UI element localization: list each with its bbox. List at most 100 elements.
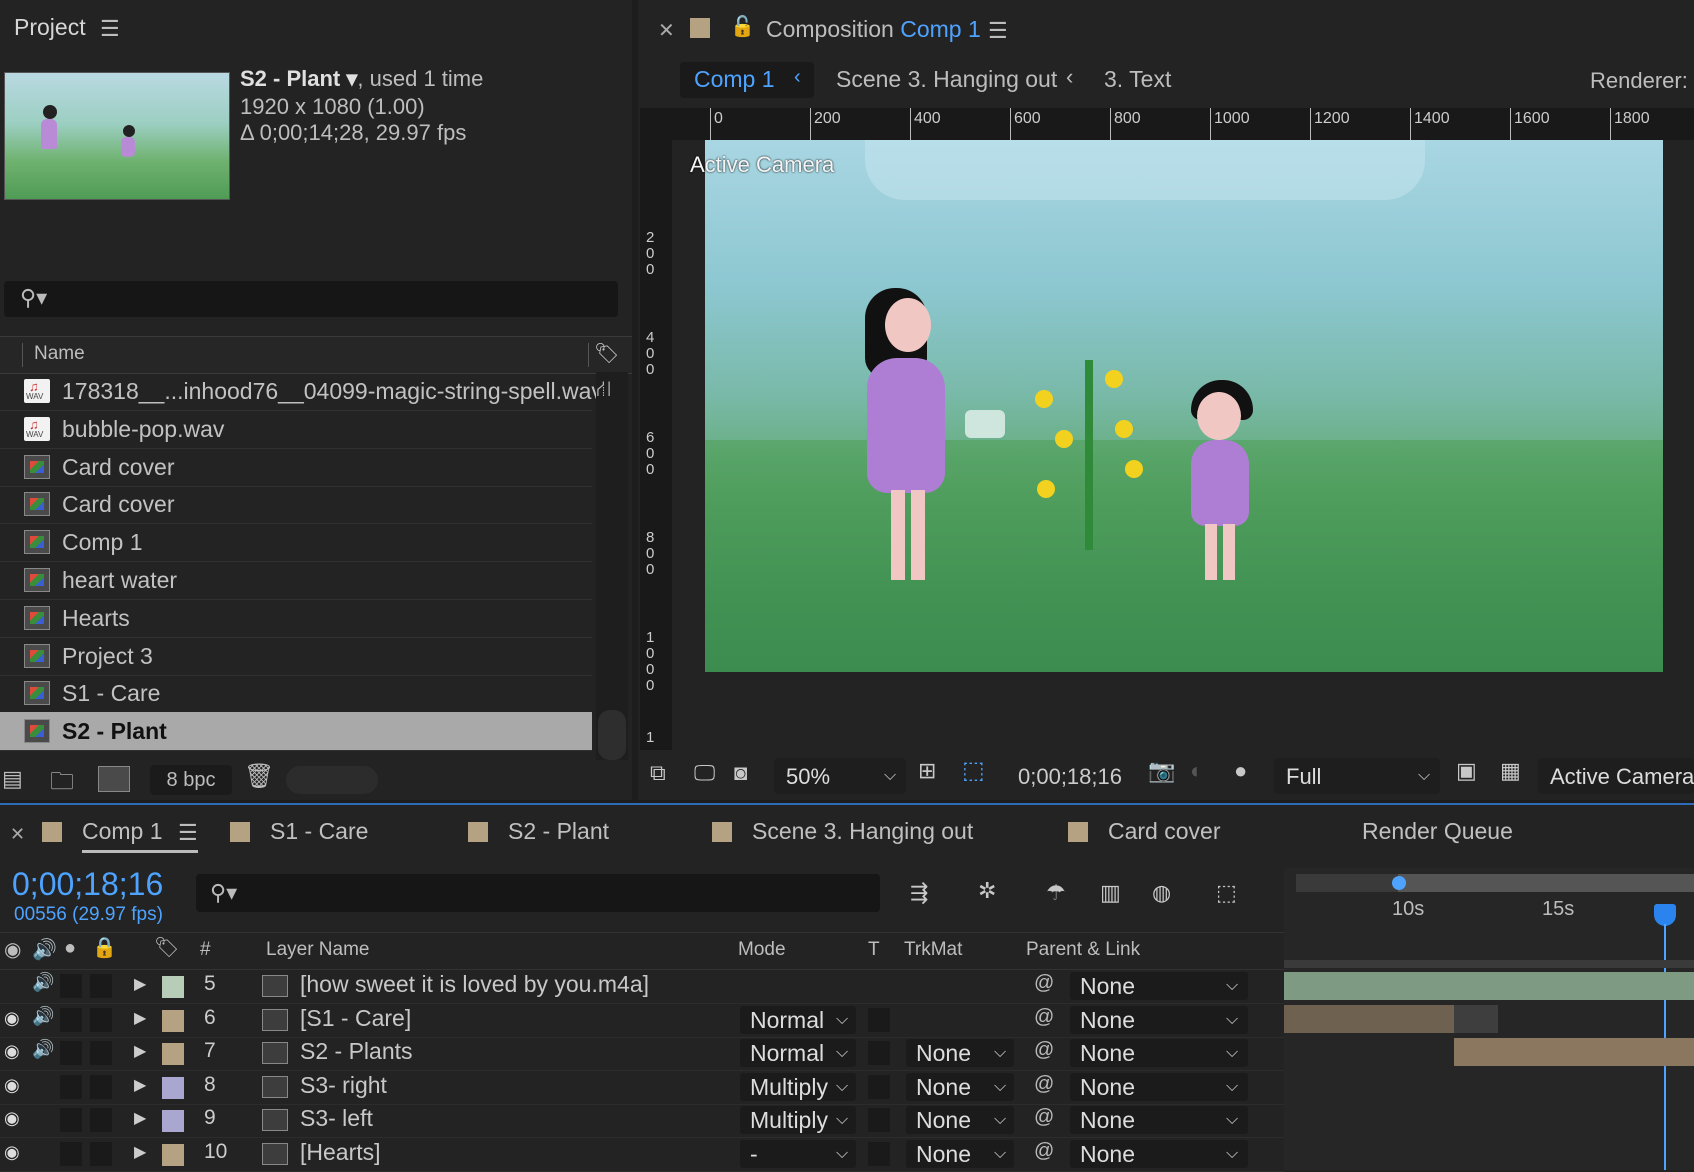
- solo-toggle[interactable]: [60, 1108, 82, 1132]
- layer-mode-dropdown[interactable]: Normal ⌵: [740, 1039, 856, 1067]
- solo-toggle[interactable]: [60, 1141, 82, 1166]
- scrollbar-thumb[interactable]: [598, 710, 626, 760]
- timeline-tab[interactable]: S1 - Care: [270, 818, 368, 845]
- transparency-grid-icon[interactable]: ▦: [1500, 758, 1521, 784]
- layer-mode-dropdown[interactable]: Multiply ⌵: [740, 1072, 856, 1101]
- zoom-dropdown[interactable]: 50% ⌵: [774, 758, 906, 794]
- pick-whip-icon[interactable]: @: [1034, 1140, 1054, 1163]
- visibility-eye-icon[interactable]: ◉: [4, 1142, 20, 1163]
- parent-dropdown[interactable]: None ⌵: [1070, 1039, 1248, 1067]
- expand-triangle-icon[interactable]: ▶: [134, 1142, 146, 1162]
- project-list-item[interactable]: Hearts: [0, 599, 592, 638]
- shy-layers-icon[interactable]: ☂: [1046, 880, 1066, 906]
- lock-toggle[interactable]: [90, 1141, 112, 1166]
- layer-row[interactable]: 🔊 ▶ 5 [how sweet it is loved by you.m4a] @ No…: [0, 970, 1284, 1004]
- close-panel-icon[interactable]: ✕: [658, 18, 675, 43]
- current-time-display[interactable]: 0;00;18;16: [12, 866, 163, 903]
- expand-triangle-icon[interactable]: ▶: [134, 1008, 146, 1028]
- preserve-transparency-toggle[interactable]: [868, 1041, 890, 1065]
- project-list-item[interactable]: S1 - Care: [0, 674, 592, 714]
- navigator-start-handle[interactable]: [1392, 876, 1406, 890]
- timeline-tab[interactable]: Render Queue: [1362, 818, 1513, 845]
- audio-speaker-icon[interactable]: 🔊: [32, 1006, 54, 1027]
- track-matte-dropdown[interactable]: None ⌵: [906, 1139, 1014, 1168]
- region-of-interest-icon[interactable]: ▣: [1456, 758, 1477, 784]
- playhead-handle[interactable]: [1654, 904, 1676, 926]
- pick-whip-icon[interactable]: @: [1034, 1106, 1054, 1129]
- composition-panel-title[interactable]: Composition Comp 1: [766, 16, 981, 43]
- project-list-item[interactable]: bubble-pop.wav: [0, 410, 592, 449]
- lock-toggle[interactable]: [90, 1007, 112, 1032]
- breadcrumb-current[interactable]: Comp 1 ‹: [680, 62, 814, 98]
- track-matte-dropdown[interactable]: None ⌵: [906, 1072, 1014, 1101]
- project-list-item[interactable]: S2 - Plant: [0, 712, 592, 752]
- layer-row[interactable]: ◉ 🔊 ▶ 7 S2 - Plants Normal ⌵ None ⌵ @ None ⌵: [0, 1037, 1284, 1071]
- layer-label-swatch[interactable]: [162, 1110, 184, 1132]
- visibility-eye-icon[interactable]: ◉: [4, 937, 21, 962]
- pick-whip-icon[interactable]: @: [1034, 1006, 1054, 1029]
- interpret-footage-icon[interactable]: ▤: [2, 766, 23, 792]
- layer-name[interactable]: S3- left: [300, 1105, 373, 1132]
- layer-label-swatch[interactable]: [162, 1009, 184, 1032]
- solo-icon[interactable]: ●: [64, 937, 76, 960]
- lock-toggle[interactable]: [90, 974, 112, 998]
- visibility-eye-icon[interactable]: ◉: [4, 1075, 20, 1096]
- panel-menu-icon[interactable]: ☰: [178, 820, 198, 846]
- layer-name[interactable]: [how sweet it is loved by you.m4a]: [300, 971, 649, 998]
- timeline-tab[interactable]: Comp 1: [82, 818, 163, 845]
- parent-dropdown[interactable]: None ⌵: [1070, 1139, 1248, 1168]
- snapshot-camera-icon[interactable]: 📷: [1148, 758, 1175, 784]
- footer-scrollbar[interactable]: [286, 766, 378, 794]
- project-scrollbar[interactable]: [596, 372, 628, 760]
- new-composition-icon[interactable]: [98, 766, 130, 792]
- audio-speaker-icon[interactable]: 🔊: [32, 972, 54, 993]
- pick-whip-icon[interactable]: @: [1034, 1073, 1054, 1096]
- monitor-icon[interactable]: 🖵: [694, 760, 715, 786]
- layer-label-swatch[interactable]: [162, 976, 184, 998]
- project-search-input[interactable]: ⚲▾: [4, 281, 618, 317]
- grid-guides-icon[interactable]: ⊞: [918, 758, 936, 784]
- solo-toggle[interactable]: [60, 1041, 82, 1065]
- label-tag-icon[interactable]: 🏷: [154, 935, 179, 960]
- color-channels-icon[interactable]: ●: [1234, 758, 1247, 784]
- lock-toggle[interactable]: [90, 1041, 112, 1065]
- layer-label-swatch[interactable]: [162, 1076, 184, 1099]
- new-folder-icon[interactable]: 🗀: [50, 764, 74, 805]
- label-tag-icon[interactable]: 🏷: [594, 341, 619, 366]
- timeline-tab[interactable]: S2 - Plant: [508, 818, 609, 845]
- layer-name-header[interactable]: Layer Name: [266, 939, 370, 961]
- layer-row[interactable]: ◉ ▶ 8 S3- right Multiply ⌵ None ⌵ @ None ⌵: [0, 1071, 1284, 1105]
- parent-dropdown[interactable]: None ⌵: [1070, 1005, 1248, 1034]
- time-navigator[interactable]: [1296, 874, 1694, 892]
- draft-3d-icon[interactable]: ✲: [978, 878, 996, 904]
- layer-mode-dropdown[interactable]: Multiply ⌵: [740, 1106, 856, 1134]
- mask-visibility-icon[interactable]: ⬚: [962, 756, 985, 785]
- composition-viewer-canvas[interactable]: [705, 140, 1663, 672]
- preserve-transparency-toggle[interactable]: [868, 1007, 890, 1032]
- layer-duration-bar[interactable]: [1284, 1005, 1454, 1033]
- layer-label-swatch[interactable]: [162, 1143, 184, 1166]
- lock-icon[interactable]: 🔒: [92, 935, 117, 960]
- viewer-timecode[interactable]: 0;00;18;16: [1018, 764, 1122, 790]
- timeline-search-input[interactable]: ⚲▾: [196, 874, 880, 912]
- name-column-header[interactable]: Name: [34, 343, 85, 365]
- motion-blur-icon[interactable]: ◍: [1152, 880, 1171, 906]
- frame-blending-icon[interactable]: ▥: [1100, 880, 1121, 906]
- project-panel-title[interactable]: Project: [14, 14, 86, 41]
- timeline-tab[interactable]: Card cover: [1108, 818, 1220, 845]
- parent-dropdown[interactable]: None ⌵: [1070, 1072, 1248, 1101]
- expand-triangle-icon[interactable]: ▶: [134, 1041, 146, 1061]
- show-snapshot-icon[interactable]: ◐: [1190, 758, 1203, 784]
- track-matte-dropdown[interactable]: None ⌵: [906, 1106, 1014, 1134]
- project-list-item[interactable]: 178318__...inhood76__04099-magic-string-…: [0, 372, 603, 411]
- layer-mode-dropdown[interactable]: - ⌵: [740, 1139, 856, 1168]
- composition-flowchart-icon[interactable]: ⇶: [910, 880, 928, 906]
- layer-name[interactable]: S2 - Plants: [300, 1038, 413, 1065]
- timeline-tab[interactable]: Scene 3. Hanging out: [752, 818, 973, 845]
- project-list-item[interactable]: Comp 1: [0, 523, 592, 563]
- project-list-item[interactable]: Card cover: [0, 448, 592, 487]
- solo-toggle[interactable]: [60, 1074, 82, 1099]
- always-preview-icon[interactable]: ⧉: [650, 760, 666, 786]
- parent-dropdown[interactable]: None ⌵: [1070, 972, 1248, 1000]
- layer-mode-dropdown[interactable]: Normal ⌵: [740, 1005, 856, 1034]
